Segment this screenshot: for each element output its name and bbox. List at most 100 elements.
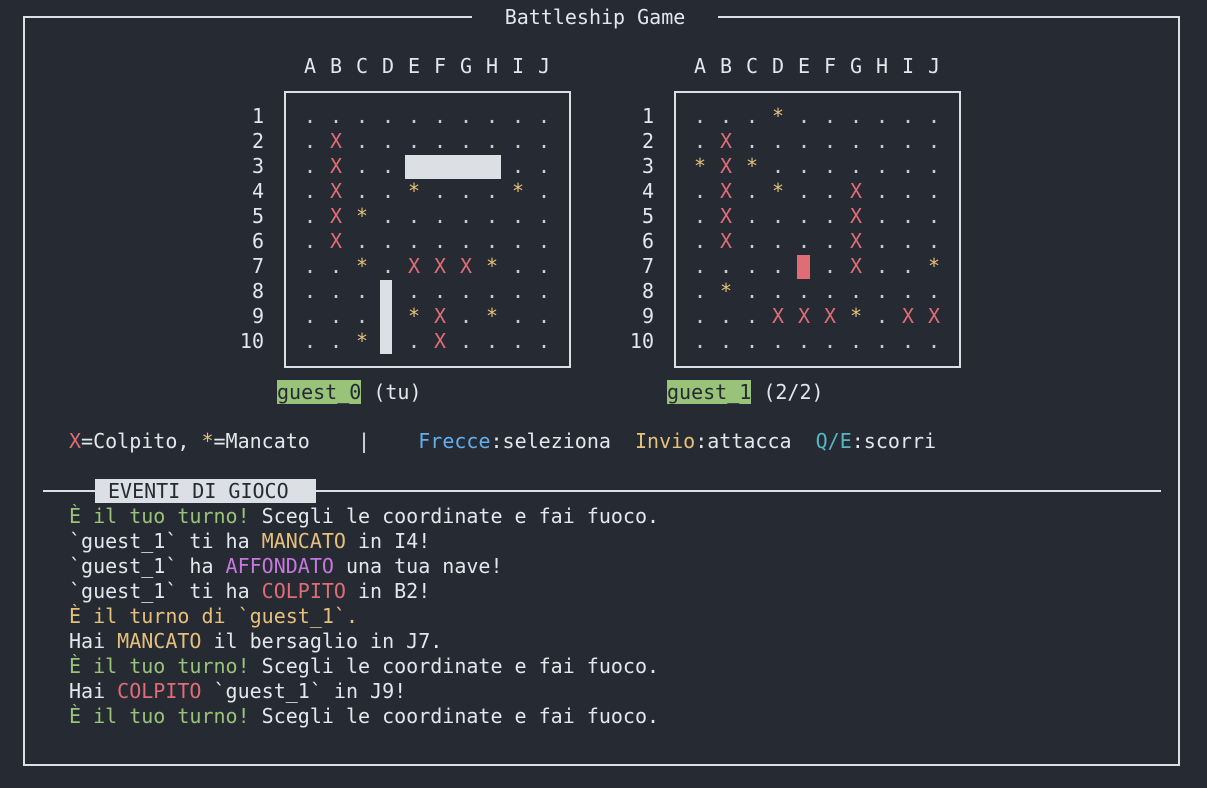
empty-cell[interactable]: . bbox=[901, 254, 915, 279]
empty-cell[interactable]: . bbox=[823, 179, 837, 204]
empty-cell[interactable]: . bbox=[745, 204, 759, 229]
hit-marker[interactable]: X bbox=[771, 304, 785, 329]
empty-cell[interactable]: . bbox=[849, 104, 863, 129]
empty-cell[interactable]: . bbox=[771, 279, 785, 304]
empty-cell[interactable]: . bbox=[875, 279, 889, 304]
empty-cell[interactable]: . bbox=[745, 104, 759, 129]
empty-cell[interactable]: . bbox=[927, 154, 941, 179]
empty-cell[interactable]: . bbox=[719, 304, 733, 329]
hit-marker[interactable]: X bbox=[719, 229, 733, 254]
miss-marker[interactable]: * bbox=[771, 104, 785, 129]
empty-cell[interactable]: . bbox=[771, 129, 785, 154]
empty-cell[interactable]: . bbox=[745, 254, 759, 279]
empty-cell[interactable]: . bbox=[745, 304, 759, 329]
empty-cell[interactable]: . bbox=[901, 279, 915, 304]
miss-marker[interactable]: * bbox=[693, 154, 707, 179]
miss-marker[interactable]: * bbox=[927, 254, 941, 279]
empty-cell[interactable]: . bbox=[745, 329, 759, 354]
empty-cell[interactable]: . bbox=[797, 204, 811, 229]
empty-cell[interactable]: . bbox=[927, 229, 941, 254]
empty-cell[interactable]: . bbox=[745, 179, 759, 204]
empty-cell[interactable]: . bbox=[901, 129, 915, 154]
empty-cell[interactable]: . bbox=[927, 129, 941, 154]
empty-cell[interactable]: . bbox=[823, 129, 837, 154]
empty-cell[interactable]: . bbox=[797, 129, 811, 154]
empty-cell[interactable]: . bbox=[875, 204, 889, 229]
miss-marker[interactable]: * bbox=[849, 304, 863, 329]
miss-marker[interactable]: * bbox=[719, 279, 733, 304]
empty-cell[interactable]: . bbox=[797, 104, 811, 129]
empty-cell[interactable]: . bbox=[849, 279, 863, 304]
empty-cell[interactable]: . bbox=[823, 204, 837, 229]
empty-cell[interactable]: . bbox=[901, 204, 915, 229]
empty-cell[interactable]: . bbox=[745, 279, 759, 304]
empty-cell[interactable]: . bbox=[849, 129, 863, 154]
empty-cell[interactable]: . bbox=[875, 154, 889, 179]
empty-cell[interactable]: . bbox=[823, 254, 837, 279]
miss-marker[interactable]: * bbox=[771, 179, 785, 204]
empty-cell[interactable]: . bbox=[901, 104, 915, 129]
empty-cell[interactable]: . bbox=[771, 204, 785, 229]
hit-marker[interactable]: X bbox=[719, 129, 733, 154]
empty-cell[interactable]: . bbox=[797, 229, 811, 254]
empty-cell[interactable]: . bbox=[875, 229, 889, 254]
hit-marker[interactable]: X bbox=[927, 304, 941, 329]
empty-cell[interactable]: . bbox=[771, 254, 785, 279]
empty-cell[interactable]: . bbox=[797, 279, 811, 304]
empty-cell[interactable]: . bbox=[849, 329, 863, 354]
empty-cell[interactable]: . bbox=[693, 329, 707, 354]
hit-marker[interactable]: X bbox=[719, 154, 733, 179]
hit-marker[interactable]: X bbox=[849, 254, 863, 279]
empty-cell[interactable]: . bbox=[927, 179, 941, 204]
empty-cell[interactable]: . bbox=[823, 154, 837, 179]
empty-cell[interactable]: . bbox=[823, 104, 837, 129]
empty-cell[interactable]: . bbox=[875, 254, 889, 279]
empty-cell[interactable]: . bbox=[901, 179, 915, 204]
empty-cell[interactable]: . bbox=[927, 329, 941, 354]
empty-cell[interactable]: . bbox=[823, 329, 837, 354]
empty-cell[interactable]: . bbox=[719, 329, 733, 354]
hit-marker[interactable]: X bbox=[901, 304, 915, 329]
hit-marker[interactable]: X bbox=[823, 304, 837, 329]
empty-cell[interactable]: . bbox=[693, 279, 707, 304]
empty-cell[interactable]: . bbox=[719, 254, 733, 279]
empty-cell[interactable]: . bbox=[797, 154, 811, 179]
empty-cell[interactable]: . bbox=[927, 279, 941, 304]
enemy-board[interactable] bbox=[674, 91, 961, 368]
empty-cell[interactable]: . bbox=[745, 129, 759, 154]
empty-cell[interactable]: . bbox=[875, 179, 889, 204]
empty-cell[interactable]: . bbox=[927, 104, 941, 129]
empty-cell[interactable]: . bbox=[875, 104, 889, 129]
empty-cell[interactable]: . bbox=[849, 154, 863, 179]
empty-cell[interactable]: . bbox=[875, 129, 889, 154]
empty-cell[interactable]: . bbox=[693, 304, 707, 329]
hit-marker[interactable]: X bbox=[797, 304, 811, 329]
empty-cell[interactable]: . bbox=[771, 154, 785, 179]
empty-cell[interactable]: . bbox=[875, 304, 889, 329]
empty-cell[interactable]: . bbox=[693, 254, 707, 279]
miss-marker[interactable]: * bbox=[745, 154, 759, 179]
empty-cell[interactable]: . bbox=[797, 179, 811, 204]
empty-cell[interactable]: . bbox=[693, 229, 707, 254]
empty-cell[interactable]: . bbox=[901, 229, 915, 254]
empty-cell[interactable]: . bbox=[745, 229, 759, 254]
empty-cell[interactable]: . bbox=[901, 329, 915, 354]
empty-cell[interactable]: . bbox=[797, 329, 811, 354]
empty-cell[interactable]: . bbox=[771, 229, 785, 254]
empty-cell[interactable]: . bbox=[693, 204, 707, 229]
empty-cell[interactable]: . bbox=[693, 104, 707, 129]
hit-marker[interactable]: X bbox=[719, 204, 733, 229]
hit-marker[interactable]: X bbox=[849, 229, 863, 254]
hit-marker[interactable]: X bbox=[849, 179, 863, 204]
empty-cell[interactable]: . bbox=[901, 154, 915, 179]
empty-cell[interactable]: . bbox=[927, 204, 941, 229]
hit-marker[interactable]: X bbox=[849, 204, 863, 229]
empty-cell[interactable]: . bbox=[693, 179, 707, 204]
target-cursor[interactable] bbox=[797, 255, 810, 279]
empty-cell[interactable]: . bbox=[823, 279, 837, 304]
empty-cell[interactable]: . bbox=[823, 229, 837, 254]
empty-cell[interactable]: . bbox=[693, 129, 707, 154]
empty-cell[interactable]: . bbox=[771, 329, 785, 354]
hit-marker[interactable]: X bbox=[719, 179, 733, 204]
empty-cell[interactable]: . bbox=[875, 329, 889, 354]
